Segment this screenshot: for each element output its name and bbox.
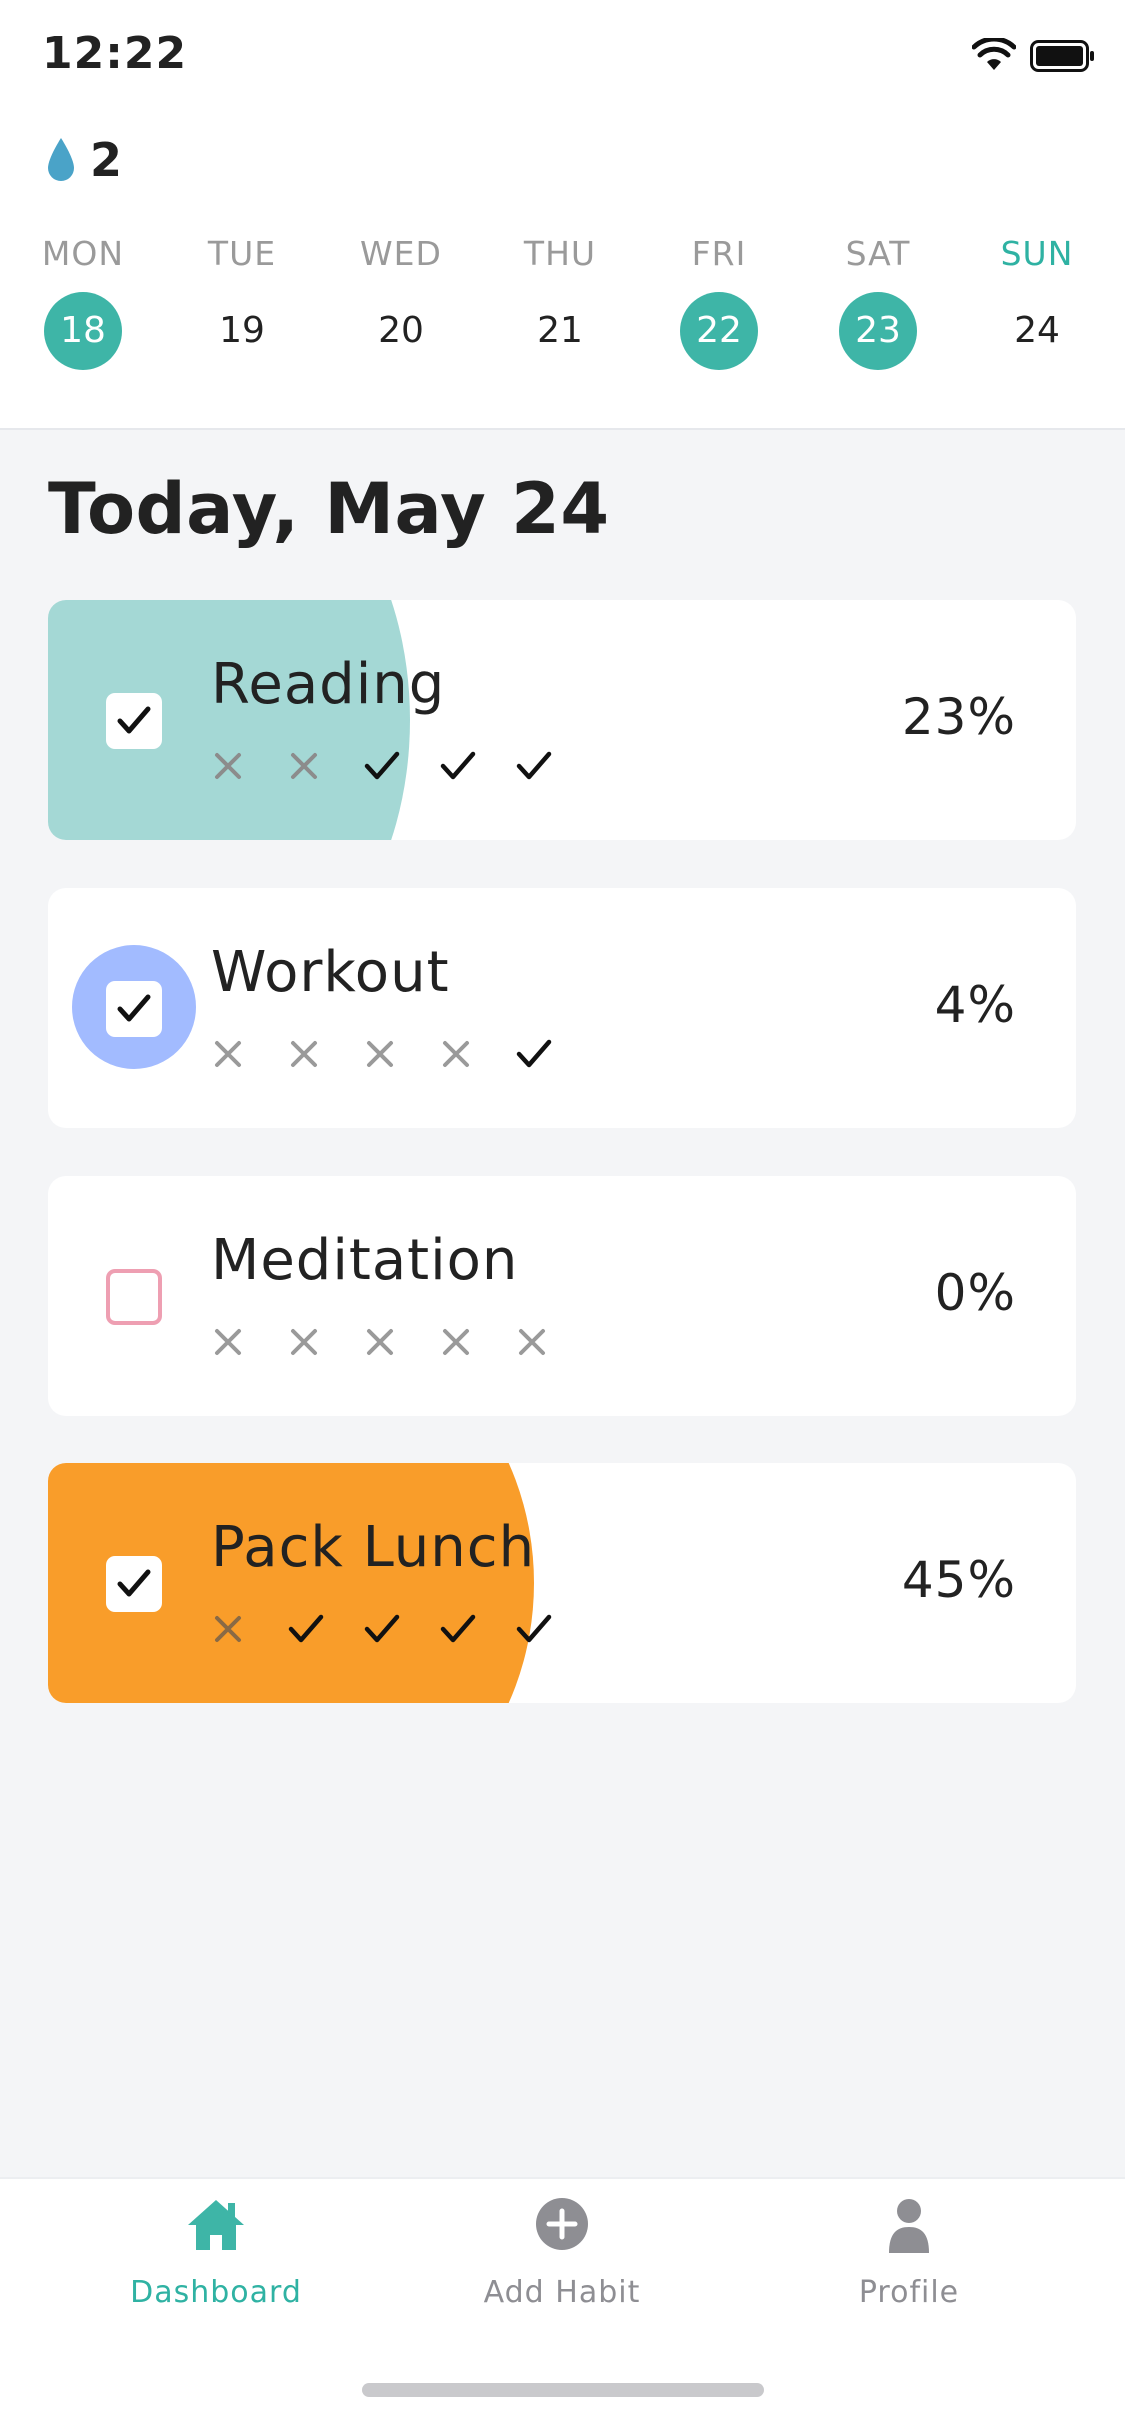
day-tue[interactable]: TUE 19 <box>162 230 322 370</box>
day-wed[interactable]: WED 20 <box>321 230 481 370</box>
day-name: WED <box>360 234 442 273</box>
habit-checkbox[interactable] <box>106 1556 162 1612</box>
day-sat[interactable]: SAT 23 <box>798 230 958 370</box>
cross-icon <box>284 1036 360 1076</box>
header: 2 MON 18 TUE 19 WED 20 THU 21 FRI 22 SAT… <box>0 110 1125 430</box>
nav-dashboard[interactable]: Dashboard <box>66 2179 366 2339</box>
habit-percent: 23% <box>901 688 1016 746</box>
habit-card-pack-lunch[interactable]: Pack Lunch 45% <box>48 1463 1076 1703</box>
cross-icon <box>512 1324 588 1364</box>
day-date: 23 <box>839 292 917 370</box>
habit-history <box>208 748 588 788</box>
check-icon <box>360 1611 436 1651</box>
habit-percent: 45% <box>901 1551 1016 1609</box>
check-icon <box>512 1611 588 1651</box>
water-drop-icon <box>48 138 74 181</box>
page-title: Today, May 24 <box>48 468 610 550</box>
nav-add-habit[interactable]: Add Habit <box>412 2179 712 2339</box>
cross-icon <box>208 1611 284 1651</box>
status-time: 12:22 <box>42 28 188 79</box>
habit-percent: 0% <box>934 1264 1016 1322</box>
cross-icon <box>360 1036 436 1076</box>
check-icon <box>512 748 588 788</box>
nav-label: Add Habit <box>483 2275 641 2310</box>
cross-icon <box>284 748 360 788</box>
day-sun[interactable]: SUN 24 <box>957 230 1117 370</box>
day-name: THU <box>523 234 597 273</box>
day-name: SUN <box>1000 234 1074 273</box>
check-icon <box>284 1611 360 1651</box>
home-icon <box>186 2197 246 2257</box>
day-name: SAT <box>845 234 911 273</box>
habit-card-reading[interactable]: Reading 23% <box>48 600 1076 840</box>
day-date: 18 <box>44 292 122 370</box>
day-date: 24 <box>1014 310 1060 351</box>
progress-fill <box>48 600 410 840</box>
habit-history <box>208 1611 588 1651</box>
cross-icon <box>208 1036 284 1076</box>
day-thu[interactable]: THU 21 <box>480 230 640 370</box>
cross-icon <box>436 1324 512 1364</box>
battery-icon <box>1030 40 1096 76</box>
streak-count: 2 <box>90 133 123 187</box>
check-icon <box>512 1036 588 1076</box>
habit-name: Pack Lunch <box>211 1515 536 1580</box>
habit-name: Workout <box>211 940 450 1005</box>
streak-counter: 2 <box>46 130 122 190</box>
status-bar: 12:22 <box>0 0 1125 110</box>
habit-card-meditation[interactable]: Meditation 0% <box>48 1176 1076 1416</box>
wifi-icon <box>971 36 1017 76</box>
nav-label: Profile <box>858 2275 960 2310</box>
home-indicator <box>362 2383 764 2397</box>
day-mon[interactable]: MON 18 <box>3 230 163 370</box>
habit-name: Meditation <box>211 1228 519 1293</box>
plus-circle-icon <box>535 2197 589 2255</box>
habit-checkbox[interactable] <box>106 1269 162 1325</box>
day-date: 22 <box>680 292 758 370</box>
day-name: TUE <box>207 234 277 273</box>
cross-icon <box>208 748 284 788</box>
nav-profile[interactable]: Profile <box>759 2179 1059 2339</box>
day-date: 19 <box>219 310 265 351</box>
person-icon <box>887 2197 931 2259</box>
habit-history <box>208 1324 588 1364</box>
day-date: 20 <box>378 310 424 351</box>
habit-checkbox[interactable] <box>106 981 162 1037</box>
day-date: 21 <box>537 310 583 351</box>
cross-icon <box>284 1324 360 1364</box>
day-fri[interactable]: FRI 22 <box>639 230 799 370</box>
nav-label: Dashboard <box>130 2275 302 2310</box>
habit-card-workout[interactable]: Workout 4% <box>48 888 1076 1128</box>
habit-percent: 4% <box>934 976 1016 1034</box>
check-icon <box>436 1611 512 1651</box>
cross-icon <box>208 1324 284 1364</box>
check-icon <box>360 748 436 788</box>
cross-icon <box>436 1036 512 1076</box>
habit-name: Reading <box>211 652 446 717</box>
day-name: MON <box>41 234 125 273</box>
cross-icon <box>360 1324 436 1364</box>
habit-history <box>208 1036 588 1076</box>
habit-checkbox[interactable] <box>106 693 162 749</box>
check-icon <box>436 748 512 788</box>
day-name: FRI <box>691 234 747 273</box>
week-strip: MON 18 TUE 19 WED 20 THU 21 FRI 22 SAT 2… <box>0 230 1125 370</box>
